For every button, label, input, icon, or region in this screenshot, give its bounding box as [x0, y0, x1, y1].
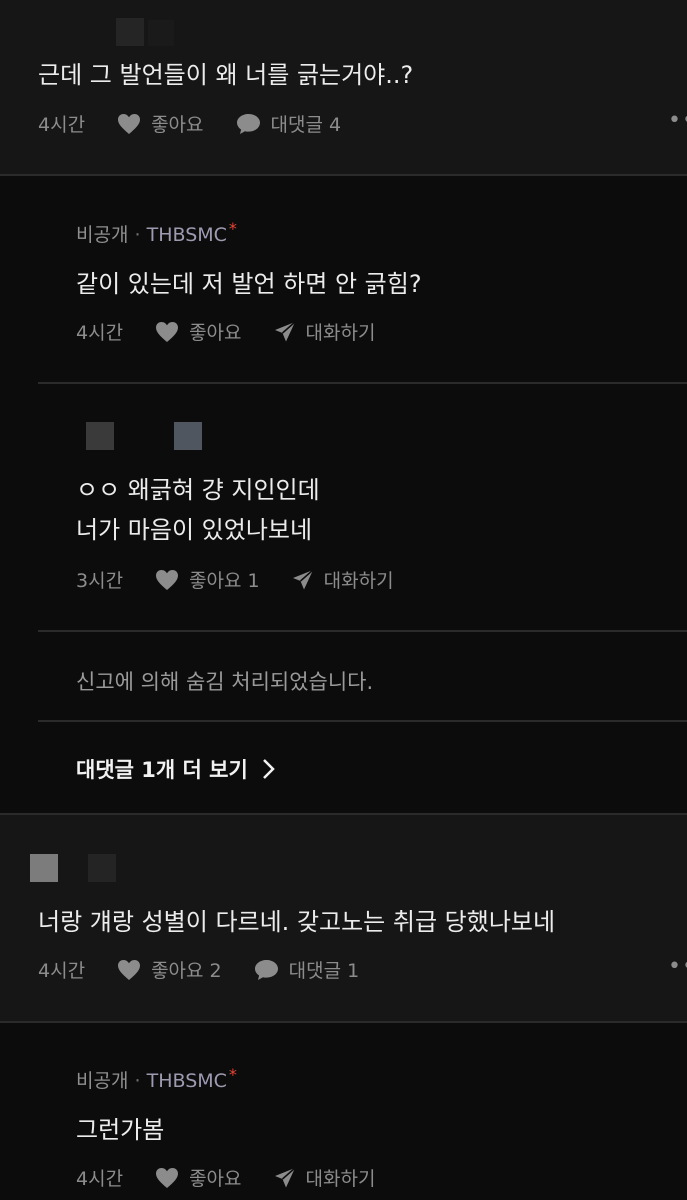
reply-text-line1: ㅇㅇ 왜긁혀 걍 지인인데 — [76, 476, 320, 504]
like-button[interactable]: 좋아요 — [155, 1164, 242, 1191]
divider — [0, 813, 687, 815]
chat-label: 대화하기 — [305, 1168, 376, 1190]
username-blurred[interactable] — [148, 20, 174, 46]
divider — [0, 1021, 687, 1023]
reply-thread-1: 비공개 · THBSMC * 같이 있는데 저 발언 하면 안 긁힘? 4시간 좋… — [0, 174, 687, 814]
reply-count-label: 대댓글 4 — [270, 114, 342, 136]
timestamp: 4시간 — [76, 322, 124, 344]
separator: · — [134, 1070, 141, 1092]
timestamp: 4시간 — [38, 960, 86, 982]
comment-item-2: 너랑 걔랑 성별이 다르네. 갖고노는 취급 당했나보네 4시간 좋아요 2 대… — [0, 813, 687, 1022]
more-icon[interactable]: •• — [668, 108, 687, 133]
comment-meta: 4시간 좋아요 2 대댓글 1 — [38, 956, 391, 983]
divider — [38, 630, 687, 632]
comment-meta: 4시간 좋아요 대댓글 4 — [38, 110, 373, 137]
reply-count-label: 대댓글 1 — [288, 960, 360, 982]
heart-icon — [118, 113, 141, 134]
paper-plane-icon — [274, 320, 296, 341]
like-label: 좋아요 — [189, 322, 242, 344]
comments-page: 근데 그 발언들이 왜 너를 긁는거야..? 4시간 좋아요 대댓글 4 •• … — [0, 0, 687, 1200]
chat-label: 대화하기 — [305, 322, 376, 344]
reply-meta: 4시간 좋아요 대화하기 — [76, 318, 407, 345]
speech-bubble-icon — [254, 959, 278, 980]
reply-author[interactable]: 비공개 · THBSMC * — [76, 219, 237, 247]
comment-text: 너랑 걔랑 성별이 다르네. 갖고노는 취급 당했나보네 — [38, 908, 556, 936]
separator: · — [134, 224, 141, 246]
heart-icon — [156, 321, 179, 342]
like-label: 좋아요 1 — [189, 570, 260, 592]
like-button[interactable]: 좋아요 2 — [117, 956, 222, 983]
paper-plane-icon — [292, 568, 314, 589]
heart-icon — [156, 1167, 179, 1188]
more-replies-button[interactable]: 대댓글 1개 더 보기 — [76, 754, 276, 784]
like-button[interactable]: 좋아요 — [155, 318, 242, 345]
reply-meta: 3시간 좋아요 1 대화하기 — [76, 566, 426, 593]
divider — [0, 174, 687, 176]
like-label: 좋아요 — [189, 1168, 242, 1190]
timestamp: 4시간 — [76, 1168, 124, 1190]
author-mark: * — [228, 219, 237, 238]
comment-text: 근데 그 발언들이 왜 너를 긁는거야..? — [38, 61, 414, 89]
like-button[interactable]: 좋아요 1 — [155, 566, 260, 593]
author-private-label: 비공개 — [76, 224, 129, 246]
avatar-badge — [174, 422, 202, 450]
like-button[interactable]: 좋아요 — [117, 110, 204, 137]
reply-button[interactable]: 대댓글 4 — [236, 110, 342, 137]
chat-button[interactable]: 대화하기 — [274, 1164, 376, 1191]
reply-text: 같이 있는데 저 발언 하면 안 긁힘? — [76, 270, 422, 298]
avatar[interactable] — [30, 854, 58, 882]
reply-text: 그런가봄 — [76, 1116, 165, 1144]
more-icon[interactable]: •• — [668, 954, 687, 979]
avatar[interactable] — [86, 422, 114, 450]
avatar[interactable] — [116, 18, 144, 46]
reply-thread-2: 비공개 · THBSMC * 그런가봄 4시간 좋아요 대화하기 — [0, 1021, 687, 1200]
timestamp: 3시간 — [76, 570, 124, 592]
heart-icon — [156, 569, 179, 590]
hidden-reply-notice: 신고에 의해 숨김 처리되었습니다. — [76, 670, 374, 694]
username-blurred[interactable] — [88, 854, 116, 882]
chat-label: 대화하기 — [323, 570, 394, 592]
author-mark: * — [228, 1065, 237, 1084]
author-name: THBSMC — [146, 1070, 227, 1092]
paper-plane-icon — [274, 1166, 296, 1187]
like-label: 좋아요 — [151, 114, 204, 136]
reply-author[interactable]: 비공개 · THBSMC * — [76, 1065, 237, 1093]
reply-button[interactable]: 대댓글 1 — [254, 956, 360, 983]
chevron-right-icon — [262, 759, 275, 779]
heart-icon — [118, 959, 141, 980]
author-name: THBSMC — [146, 224, 227, 246]
chat-button[interactable]: 대화하기 — [292, 566, 394, 593]
timestamp: 4시간 — [38, 114, 86, 136]
reply-text-line2: 너가 마음이 있었나보네 — [76, 516, 313, 544]
divider — [38, 382, 687, 384]
comment-item-1: 근데 그 발언들이 왜 너를 긁는거야..? 4시간 좋아요 대댓글 4 •• — [0, 0, 687, 176]
more-replies-label: 대댓글 1개 더 보기 — [76, 758, 248, 782]
reply-meta: 4시간 좋아요 대화하기 — [76, 1164, 407, 1191]
divider — [38, 720, 687, 722]
speech-bubble-icon — [236, 113, 260, 134]
chat-button[interactable]: 대화하기 — [274, 318, 376, 345]
like-label: 좋아요 2 — [151, 960, 222, 982]
author-private-label: 비공개 — [76, 1070, 129, 1092]
